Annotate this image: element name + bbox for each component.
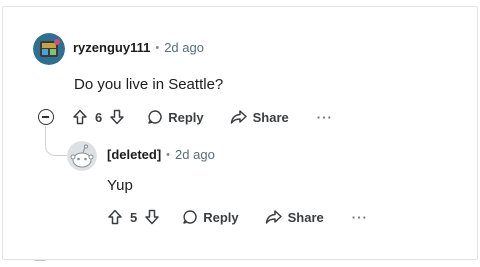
reply-button[interactable]: Reply	[182, 209, 239, 225]
vote-group: 5	[107, 209, 160, 225]
username[interactable]: ryzenguy111	[73, 40, 150, 55]
avatar[interactable]	[33, 33, 65, 65]
separator-dot: •	[166, 148, 171, 161]
reply-label: Reply	[168, 109, 204, 125]
comment-actions: 6 Reply Share ···	[72, 109, 333, 125]
timestamp[interactable]: 2d ago	[175, 147, 215, 162]
share-label: Share	[287, 209, 324, 225]
share-icon	[265, 209, 283, 225]
avatar[interactable]	[67, 141, 97, 171]
reply-actions: 5 Reply Share ···	[107, 209, 368, 225]
comment-bubble-icon	[147, 109, 163, 125]
share-icon	[230, 109, 248, 125]
minus-icon	[42, 116, 49, 118]
comment-meta: ryzenguy111 • 2d ago	[73, 40, 204, 55]
share-label: Share	[252, 109, 289, 125]
more-options-button[interactable]: ···	[352, 210, 368, 225]
upvote-icon[interactable]	[107, 209, 123, 225]
share-button[interactable]: Share	[265, 209, 324, 225]
reply-meta: [deleted] • 2d ago	[107, 147, 215, 162]
collapse-thread-button[interactable]	[38, 109, 54, 125]
reply-text: Yup	[107, 177, 133, 194]
comment-bubble-icon	[182, 209, 198, 225]
comment-text: Do you live in Seattle?	[74, 76, 224, 93]
vote-count: 6	[95, 109, 103, 125]
separator-dot: •	[155, 41, 160, 54]
more-options-button[interactable]: ···	[317, 110, 333, 125]
downvote-icon[interactable]	[144, 209, 160, 225]
share-button[interactable]: Share	[230, 109, 289, 125]
reply-label: Reply	[203, 209, 239, 225]
vote-group: 6	[72, 109, 125, 125]
reply-button[interactable]: Reply	[147, 109, 204, 125]
vote-count: 5	[130, 209, 138, 225]
upvote-icon[interactable]	[72, 109, 88, 125]
thread-line[interactable]	[45, 126, 67, 156]
downvote-icon[interactable]	[109, 109, 125, 125]
username: [deleted]	[107, 147, 162, 162]
divider	[34, 260, 46, 263]
timestamp[interactable]: 2d ago	[164, 40, 204, 55]
